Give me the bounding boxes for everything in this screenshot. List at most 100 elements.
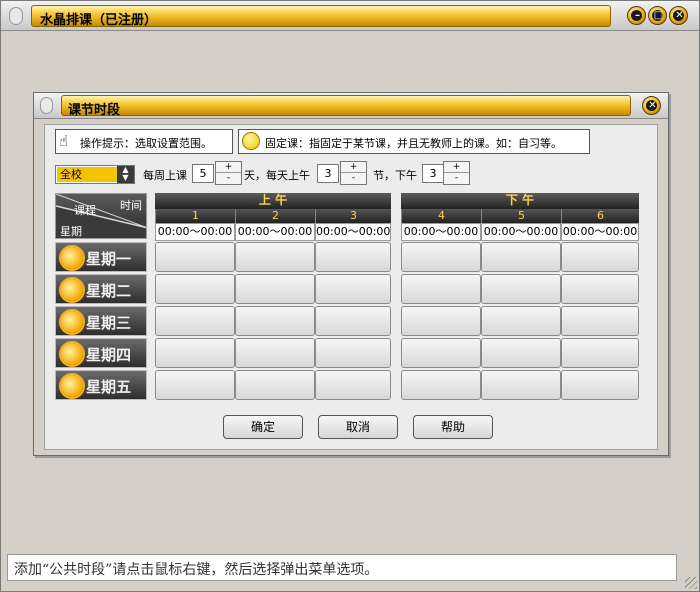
scope-select[interactable]: 全校 ▲ ▼: [55, 165, 135, 184]
stepper-down-icon[interactable]: -: [216, 173, 241, 184]
window-title: 水晶排课（已注册）: [40, 13, 158, 28]
time-range-field[interactable]: 00:00～00:00: [155, 223, 235, 241]
schedule-cell[interactable]: [481, 370, 561, 400]
schedule-cell[interactable]: [315, 242, 391, 272]
dialog-title-bar: 课节时段: [61, 95, 631, 118]
weekly-days-input[interactable]: 5: [192, 164, 214, 183]
morning-lessons-stepper[interactable]: + -: [340, 161, 367, 185]
lesson-period-dialog: 课节时段 ✕ ☝ 操作提示：选取设置范围。 固定课：指固定于某节课，并且无教师上…: [33, 92, 669, 456]
schedule-cell[interactable]: [155, 274, 235, 304]
schedule-cell[interactable]: [561, 306, 639, 336]
maximize-icon: □: [653, 10, 664, 21]
help-button[interactable]: 帮助: [413, 415, 493, 439]
stepper-up-icon[interactable]: +: [341, 162, 366, 173]
schedule-cell[interactable]: [481, 274, 561, 304]
stepper-down-icon[interactable]: -: [444, 173, 469, 184]
schedule-cell[interactable]: [155, 306, 235, 336]
slot-number: 5: [481, 209, 561, 223]
window-grip-icon: [9, 7, 23, 25]
weekly-label: 每周上课: [143, 169, 187, 182]
operation-tip-text: 操作提示：选取设置范围。: [80, 137, 212, 150]
schedule-cell[interactable]: [235, 306, 315, 336]
minimize-button[interactable]: –: [627, 6, 646, 25]
morning-header: 上 午: [155, 193, 391, 209]
schedule-cell[interactable]: [235, 242, 315, 272]
schedule-cell[interactable]: [315, 338, 391, 368]
dialog-title: 课节时段: [68, 103, 121, 118]
schedule-cell[interactable]: [235, 274, 315, 304]
close-icon: ✕: [675, 10, 684, 21]
schedule-cell[interactable]: [561, 274, 639, 304]
time-range-field[interactable]: 00:00～00:00: [235, 223, 315, 241]
schedule-cell[interactable]: [235, 338, 315, 368]
lesson-label: 节，下午: [373, 169, 417, 182]
schedule-cell[interactable]: [481, 306, 561, 336]
dialog-close-button[interactable]: ✕: [642, 96, 661, 115]
schedule-cell[interactable]: [401, 370, 481, 400]
weekly-days-stepper[interactable]: + -: [215, 161, 242, 185]
weekday-label: 星期四: [86, 346, 132, 364]
schedule-cell[interactable]: [155, 370, 235, 400]
time-range-field[interactable]: 00:00～00:00: [401, 223, 481, 241]
fixed-course-tip: 固定课：指固定于某节课，并且无教师上的课。如：自习等。: [238, 129, 590, 154]
stepper-up-icon[interactable]: +: [444, 162, 469, 173]
close-button[interactable]: ✕: [669, 6, 688, 25]
weekday-label: 星期一: [86, 250, 132, 268]
close-icon: ✕: [648, 100, 657, 111]
time-range-field[interactable]: 00:00～00:00: [561, 223, 639, 241]
select-arrows-icon[interactable]: ▲ ▼: [117, 166, 134, 183]
schedule-cell[interactable]: [401, 338, 481, 368]
stepper-down-icon[interactable]: -: [341, 173, 366, 184]
corner-time-label: 时间: [120, 199, 142, 212]
schedule-cell[interactable]: [401, 274, 481, 304]
schedule-cell[interactable]: [561, 242, 639, 272]
afternoon-lessons-input[interactable]: 3: [422, 164, 444, 183]
morning-lessons-input[interactable]: 3: [317, 164, 339, 183]
schedule-cell[interactable]: [481, 338, 561, 368]
day-label: 天，每天上午: [244, 169, 310, 182]
schedule-cell[interactable]: [481, 242, 561, 272]
schedule-cell[interactable]: [155, 338, 235, 368]
dialog-body: ☝ 操作提示：选取设置范围。 固定课：指固定于某节课，并且无教师上的课。如：自习…: [44, 124, 658, 450]
minimize-icon: –: [635, 10, 640, 21]
main-window: 水晶排课（已注册） – □ ✕ 课节时段 ✕ ☝ 操作提示：选取设置范围。 固定…: [0, 0, 700, 592]
window-titlebar[interactable]: 水晶排课（已注册） – □ ✕: [1, 1, 699, 31]
schedule-cell[interactable]: [315, 306, 391, 336]
cancel-button[interactable]: 取消: [318, 415, 398, 439]
schedule-cell[interactable]: [235, 370, 315, 400]
time-range-field[interactable]: 00:00～00:00: [481, 223, 561, 241]
corner-weekday-label: 星期: [60, 225, 82, 238]
status-text: 添加“公共时段”请点击鼠标右键，然后选择弹出菜单选项。: [14, 562, 379, 578]
weekday-header: 星期一: [55, 242, 147, 272]
afternoon-lessons-stepper[interactable]: + -: [443, 161, 470, 185]
schedule-cell[interactable]: [561, 338, 639, 368]
sun-icon: [61, 247, 83, 269]
ok-button[interactable]: 确定: [223, 415, 303, 439]
scope-select-value: 全校: [57, 167, 117, 182]
time-range-field[interactable]: 00:00～00:00: [315, 223, 391, 241]
corner-course-label: 课程: [74, 204, 96, 217]
weekday-label: 星期二: [86, 282, 132, 300]
dialog-grip-icon: [40, 97, 53, 114]
weekday-header: 星期三: [55, 306, 147, 336]
schedule-cell[interactable]: [315, 274, 391, 304]
operation-tip: ☝ 操作提示：选取设置范围。: [55, 129, 233, 154]
weekday-header: 星期五: [55, 370, 147, 400]
schedule-cell[interactable]: [315, 370, 391, 400]
resize-grip-icon[interactable]: [685, 577, 697, 589]
schedule-cell[interactable]: [401, 242, 481, 272]
schedule-cell[interactable]: [561, 370, 639, 400]
status-bar: 添加“公共时段”请点击鼠标右键，然后选择弹出菜单选项。: [7, 554, 677, 581]
maximize-button[interactable]: □: [648, 6, 667, 25]
weekday-label: 星期三: [86, 314, 132, 332]
schedule-cell[interactable]: [401, 306, 481, 336]
sun-icon: [61, 279, 83, 301]
fixed-course-tip-text: 固定课：指固定于某节课，并且无教师上的课。如：自习等。: [265, 137, 562, 150]
stepper-up-icon[interactable]: +: [216, 162, 241, 173]
slot-number: 4: [401, 209, 481, 223]
hand-pointer-icon: ☝: [59, 132, 69, 150]
sun-icon: [61, 311, 83, 333]
dialog-titlebar[interactable]: 课节时段 ✕: [34, 93, 668, 119]
weekday-label: 星期五: [86, 378, 132, 396]
schedule-cell[interactable]: [155, 242, 235, 272]
